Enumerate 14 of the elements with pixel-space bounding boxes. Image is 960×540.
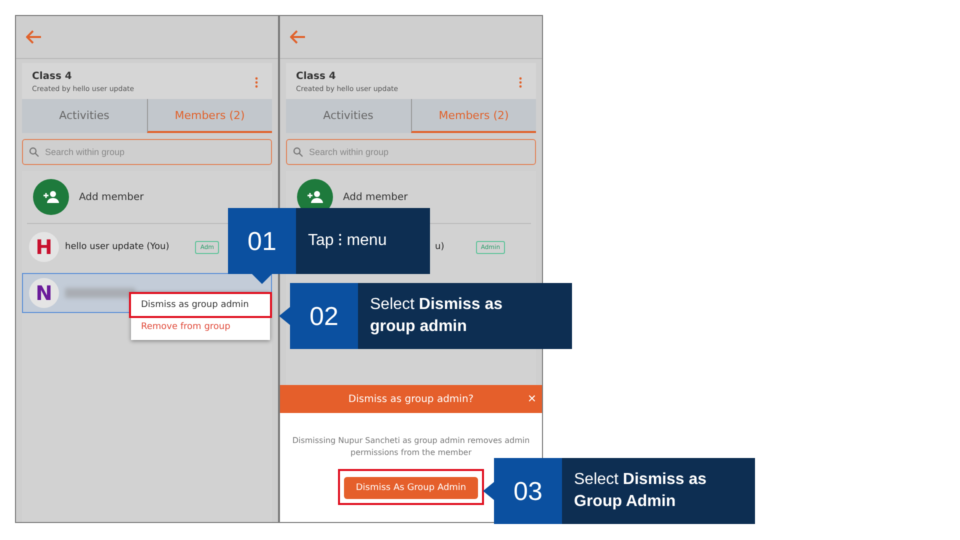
step-number: 01 bbox=[228, 208, 296, 274]
group-title: Class 4 bbox=[296, 71, 337, 82]
step-text: Select Dismiss as Group Admin bbox=[573, 470, 708, 512]
sheet-title: Dismiss as group admin? bbox=[348, 394, 474, 404]
avatar: N bbox=[29, 278, 59, 308]
step-text: Select Dismiss as group admin bbox=[369, 295, 504, 337]
step-number: 03 bbox=[494, 458, 562, 524]
member-name: hello user update (You) bbox=[65, 242, 170, 252]
sheet-message: Dismissing Nupur Sancheti as group admin removes admin permissions from the member bbox=[292, 435, 530, 459]
step-number: 02 bbox=[290, 283, 358, 349]
step-text: Tap ⁝ menu bbox=[307, 231, 388, 252]
avatar: H bbox=[29, 232, 59, 262]
group-title: Class 4 bbox=[32, 71, 73, 82]
member-name: u) bbox=[434, 242, 446, 252]
